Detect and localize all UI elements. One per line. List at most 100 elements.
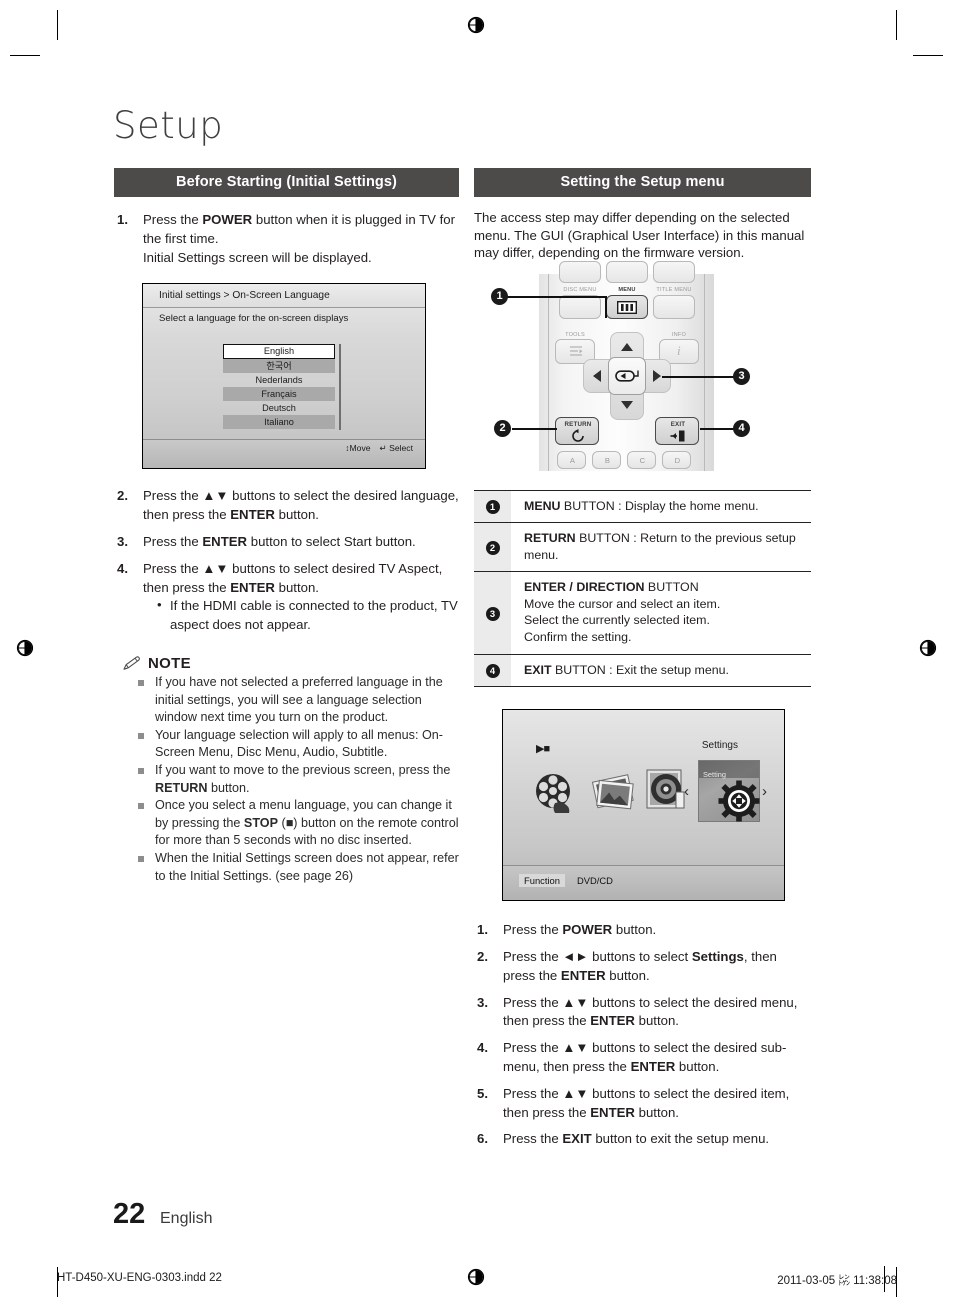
sub-bullet: If the HDMI cable is connected to the pr…: [157, 596, 459, 635]
callout-3-leader: [662, 375, 734, 378]
step-item: 5. Press the ▲▼ buttons to select the de…: [474, 1085, 811, 1123]
dpad-left-icon[interactable]: [593, 369, 601, 382]
step-text: Press the ▲▼ buttons to select desired T…: [143, 560, 443, 595]
info-i-icon: i: [677, 342, 681, 358]
step-number: 4.: [477, 1040, 488, 1056]
callout-3: 3: [733, 367, 750, 385]
callout-badge-4: 4: [485, 664, 500, 679]
menu-button[interactable]: [606, 294, 648, 319]
callout-badge-2: 2: [485, 541, 500, 556]
table-row: 3 ENTER / DIRECTION BUTTON Move the curs…: [474, 571, 811, 655]
dpad-down-icon[interactable]: [621, 400, 633, 409]
remote-edge-right: [704, 273, 705, 471]
return-label: RETURN: [564, 420, 592, 428]
language-option-korean[interactable]: 한국어: [223, 359, 335, 374]
remote-body: DISC MENU MENU TITLE MENU TOOLS INFO i R…: [539, 260, 714, 471]
dpad-right-icon[interactable]: [653, 369, 661, 382]
hint-move-label: Move: [349, 443, 371, 454]
row-description-cell: RETURN BUTTON : Return to the previous s…: [524, 531, 796, 562]
step-number: 6.: [477, 1131, 488, 1147]
setup-menu-steps: 1. Press the POWER button. 2. Press the …: [474, 921, 811, 1149]
home-settings-label: Settings: [701, 740, 738, 752]
language-option-deutsch[interactable]: Deutsch: [223, 401, 335, 415]
exit-button[interactable]: EXIT: [655, 416, 699, 445]
carousel-left-arrow-icon[interactable]: ‹: [684, 783, 689, 800]
enter-button[interactable]: [608, 356, 646, 395]
menu-icon: [617, 300, 637, 314]
step-item: 3. Press the ENTER button to select Star…: [114, 533, 459, 552]
return-arrow-icon: [572, 428, 584, 442]
title-menu-button[interactable]: [653, 294, 695, 319]
print-filename: HT-D450-XU-ENG-0303.indd 22: [57, 1272, 222, 1284]
left-column: Before Starting (Initial Settings) 1. Pr…: [114, 168, 459, 885]
disc-menu-button[interactable]: [559, 294, 601, 319]
dpad-up-icon[interactable]: [621, 342, 633, 351]
updown-arrows-icon: ▲▼: [562, 1085, 589, 1101]
row-callout-cell: 2: [474, 522, 511, 572]
language-list[interactable]: English 한국어 Nederlands Français Deutsch …: [223, 344, 335, 430]
color-button-c[interactable]: C: [627, 450, 656, 469]
before-starting-steps: 1. Press the POWER button when it is plu…: [114, 211, 459, 267]
crop-mark-top-right-h: [913, 55, 943, 56]
color-button-b[interactable]: B: [592, 450, 621, 469]
before-starting-steps-continued: 2. Press the ▲▼ buttons to select the de…: [114, 487, 459, 635]
remote-button-top-center[interactable]: [606, 260, 648, 283]
language-option-francais[interactable]: Français: [223, 387, 335, 402]
color-button-a[interactable]: A: [557, 450, 586, 469]
pencil-icon: [123, 656, 140, 670]
enter-icon: [615, 369, 639, 382]
step-text: Press the ▲▼ buttons to select the desir…: [503, 994, 798, 1029]
callout-4-leader: [700, 427, 734, 430]
play-stop-icon: ▶■: [536, 743, 550, 756]
language-list-scrollbar[interactable]: [339, 344, 341, 431]
row-callout-cell: 3: [474, 571, 511, 655]
color-a-label: A: [569, 455, 576, 465]
step-number: 5.: [477, 1085, 488, 1101]
step-item: 4. Press the ▲▼ buttons to select desire…: [114, 560, 459, 635]
remote-button-top-right[interactable]: [653, 260, 695, 283]
row-description-cell: EXIT BUTTON : Exit the setup menu.: [524, 662, 729, 677]
note-item: If you have not selected a preferred lan…: [136, 674, 459, 727]
registration-mark-top: [467, 16, 485, 34]
square-bullet-icon: [138, 767, 144, 774]
carousel-right-arrow-icon[interactable]: ›: [762, 783, 767, 800]
square-bullet-icon: [138, 855, 144, 862]
color-button-d[interactable]: D: [662, 450, 691, 469]
row-description-cell: ENTER / DIRECTION BUTTON Move the cursor…: [511, 572, 811, 654]
crop-mark-top-right-v: [896, 10, 897, 40]
remote-button-top-left[interactable]: [559, 260, 601, 283]
right-column: Setting the Setup menu The access step m…: [474, 168, 811, 1157]
step-text: Press the ◄► buttons to select Settings,…: [503, 949, 777, 983]
row-callout-cell: 1: [474, 490, 511, 523]
section-header-before-starting: Before Starting (Initial Settings): [114, 168, 459, 197]
step-number: 1.: [477, 922, 488, 938]
direction-pad[interactable]: [583, 331, 671, 420]
note-item: Once you select a menu language, you can…: [136, 797, 459, 850]
callout-2: 2: [494, 419, 511, 437]
enter-direction-line-1: Move the cursor and select an item.: [524, 596, 721, 611]
exit-label: EXIT: [670, 420, 686, 428]
menu-label: MENU: [618, 286, 636, 293]
step-number: 4.: [117, 560, 128, 576]
updown-arrows-icon: ▲▼: [202, 488, 229, 504]
enter-direction-line-2: Select the currently selected item.: [524, 613, 710, 628]
step-item: 4. Press the ▲▼ buttons to select the de…: [474, 1039, 811, 1077]
gear-icon[interactable]: [718, 780, 760, 822]
square-bullet-icon: [138, 803, 144, 810]
callout-4: 4: [733, 419, 750, 437]
photos-icon[interactable]: [589, 772, 639, 812]
note-list: If you have not selected a preferred lan…: [114, 674, 459, 885]
callout-badge-3: 3: [485, 606, 500, 621]
page-language: English: [160, 1210, 213, 1227]
enter-direction-title: ENTER / DIRECTION BUTTON: [524, 580, 699, 595]
step-text: Press the EXIT button to exit the setup …: [503, 1131, 770, 1147]
language-option-italiano[interactable]: Italiano: [223, 415, 335, 430]
step-number: 2.: [477, 949, 488, 965]
return-button[interactable]: RETURN: [555, 416, 599, 445]
step-number: 3.: [117, 533, 128, 549]
tools-icon: [570, 345, 583, 356]
note-text: When the Initial Settings screen does no…: [155, 850, 459, 883]
videos-icon[interactable]: [531, 772, 579, 814]
language-option-nederlands[interactable]: Nederlands: [223, 373, 335, 387]
language-option-english[interactable]: English: [223, 344, 335, 360]
